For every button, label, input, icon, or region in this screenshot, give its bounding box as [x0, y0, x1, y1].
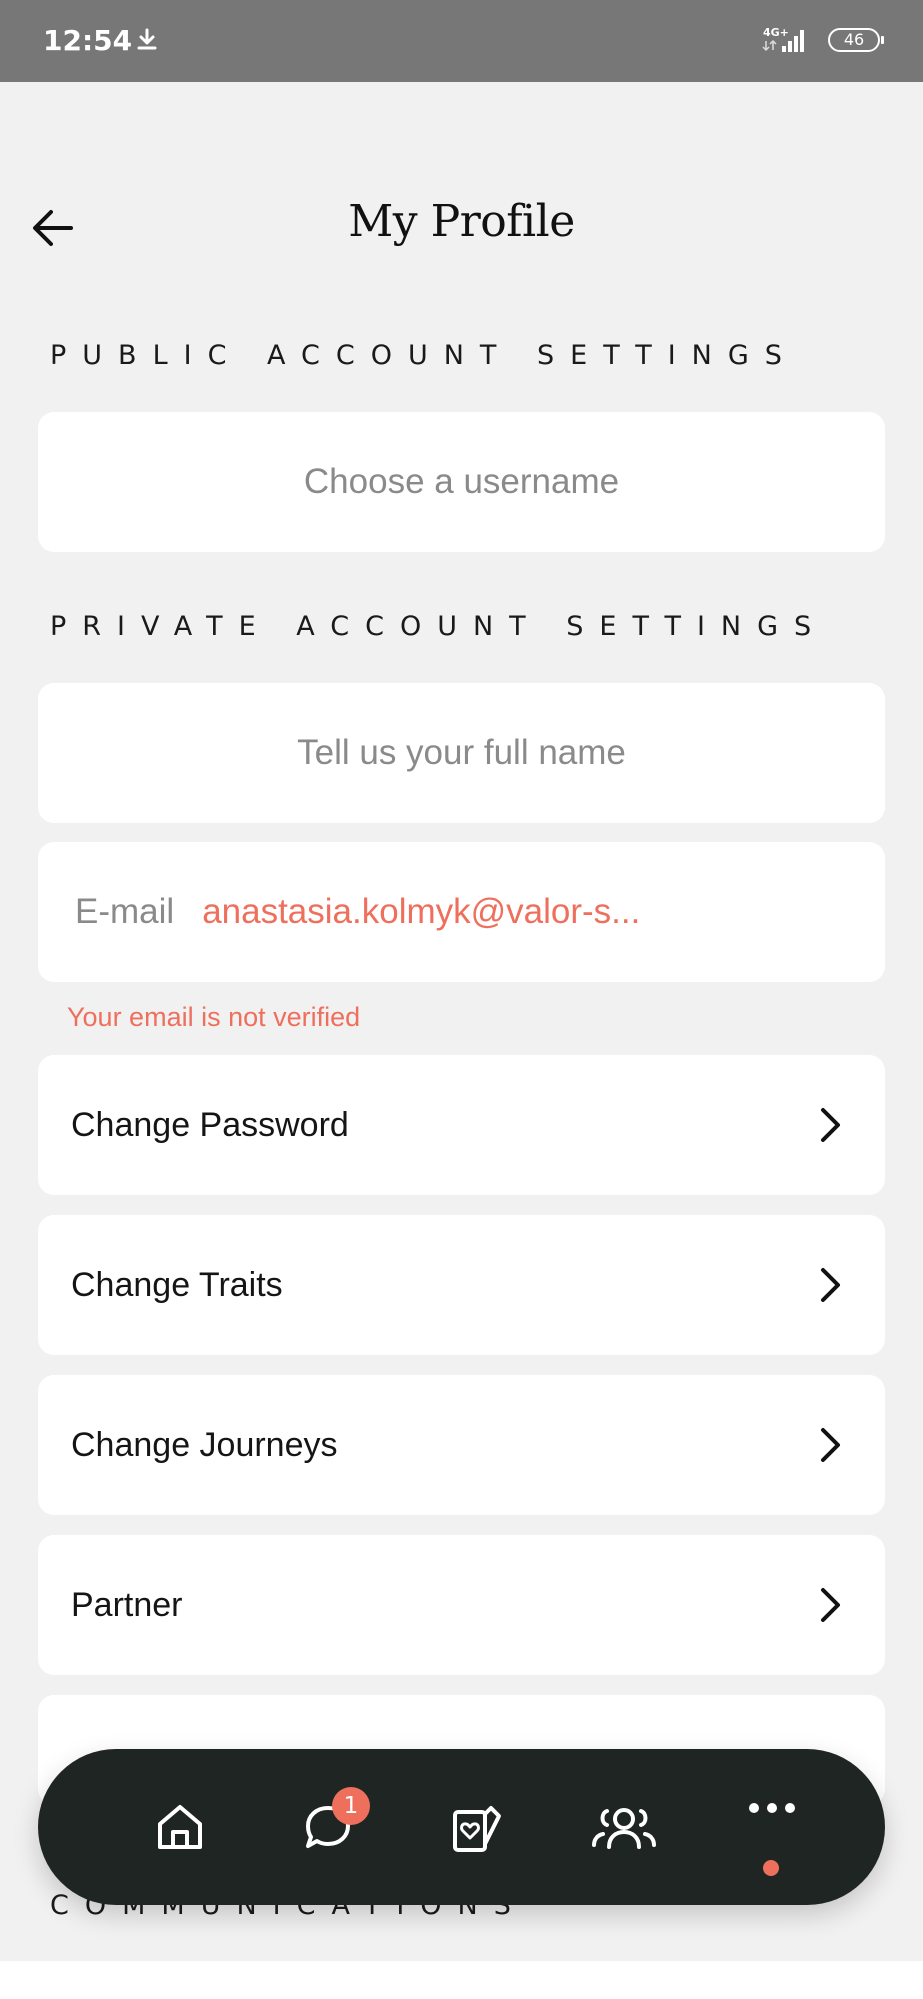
download-icon — [134, 27, 160, 58]
page-title: My Profile — [348, 196, 575, 247]
partner-button[interactable]: Partner — [38, 1535, 885, 1675]
full-name-placeholder: Tell us your full name — [297, 733, 626, 772]
email-value: anastasia.kolmyk@valor-s... — [202, 892, 641, 931]
active-indicator-dot — [763, 1860, 779, 1876]
change-traits-button[interactable]: Change Traits — [38, 1215, 885, 1355]
more-icon — [749, 1803, 795, 1813]
email-label: E-mail — [75, 892, 175, 931]
username-input[interactable]: Choose a username — [38, 412, 885, 552]
nav-chat[interactable]: 1 — [278, 1749, 378, 1905]
status-time: 12:54 — [43, 24, 133, 57]
cards-icon — [453, 1806, 501, 1852]
private-settings-heading: PRIVATE ACCOUNT SETTINGS — [50, 611, 828, 642]
bottom-spacer — [0, 1961, 923, 1999]
nav-home[interactable] — [130, 1749, 230, 1905]
menu-item-label: Partner — [71, 1585, 183, 1624]
full-name-input[interactable]: Tell us your full name — [38, 683, 885, 823]
nav-more[interactable] — [722, 1749, 822, 1905]
home-icon — [158, 1805, 202, 1849]
nav-cards[interactable] — [426, 1749, 526, 1905]
battery-indicator: 46 — [828, 28, 884, 52]
public-settings-heading: PUBLIC ACCOUNT SETTINGS — [50, 340, 798, 371]
email-field[interactable]: E-mail anastasia.kolmyk@valor-s... — [38, 842, 885, 982]
chevron-right-icon — [819, 1106, 843, 1144]
nav-community[interactable] — [574, 1749, 674, 1905]
community-icon — [592, 1808, 656, 1849]
network-label: 4G+ — [763, 26, 789, 39]
status-bar: 12:54 4G+ 46 — [0, 0, 923, 82]
change-journeys-button[interactable]: Change Journeys — [38, 1375, 885, 1515]
menu-item-label: Change Traits — [71, 1265, 283, 1304]
username-placeholder: Choose a username — [303, 462, 620, 501]
chat-badge: 1 — [332, 1787, 370, 1825]
menu-item-label: Change Password — [71, 1105, 349, 1144]
email-warning: Your email is not verified — [67, 1002, 361, 1032]
signal-icon: 4G+ — [760, 24, 812, 61]
chevron-right-icon — [819, 1426, 843, 1464]
chevron-right-icon — [819, 1266, 843, 1304]
chevron-right-icon — [819, 1586, 843, 1624]
menu-item-label: Change Journeys — [71, 1425, 338, 1464]
change-password-button[interactable]: Change Password — [38, 1055, 885, 1195]
bottom-nav: 1 — [38, 1749, 885, 1905]
